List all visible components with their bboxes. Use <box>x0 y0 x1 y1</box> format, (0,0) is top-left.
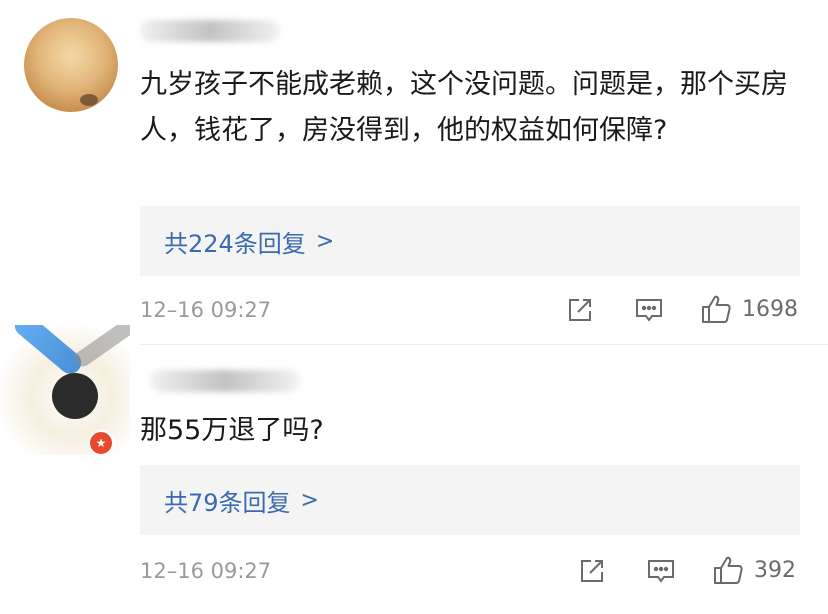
avatar-detail <box>80 94 98 106</box>
avatar-detail <box>52 373 98 419</box>
view-replies-button[interactable]: 共79条回复 > <box>140 465 800 535</box>
share-icon <box>569 299 591 321</box>
reply-button[interactable] <box>634 296 664 324</box>
chevron-right-icon: > <box>315 228 335 254</box>
avatar-detail <box>71 325 130 370</box>
comment-item: 九岁孩子不能成老赖，这个没问题。问题是，那个买房人，钱花了，房没得到，他的权益如… <box>0 0 828 345</box>
comment-timestamp: 12–16 09:27 <box>140 559 272 583</box>
like-button[interactable]: 1698 <box>700 293 798 325</box>
comment-item: ★ 那55万退了吗? 共79条回复 > 12–16 09:27 392 <box>0 325 828 614</box>
username-redacted[interactable] <box>150 370 300 392</box>
comment-icon <box>636 299 662 322</box>
like-count: 1698 <box>742 296 798 322</box>
comment-timestamp: 12–16 09:27 <box>140 298 272 322</box>
thumbs-up-icon <box>702 295 731 323</box>
view-replies-button[interactable]: 共224条回复 > <box>140 206 800 276</box>
reply-button[interactable] <box>646 557 676 585</box>
comment-text: 那55万退了吗? <box>140 415 324 446</box>
avatar[interactable] <box>24 18 118 112</box>
username-redacted[interactable] <box>140 20 280 42</box>
thumbs-up-icon <box>714 556 743 584</box>
comment-text: 九岁孩子不能成老赖，这个没问题。问题是，那个买房人，钱花了，房没得到，他的权益如… <box>140 69 788 146</box>
like-count: 392 <box>754 557 796 583</box>
chevron-right-icon: > <box>300 487 319 513</box>
verified-badge-icon: ★ <box>88 430 114 456</box>
comment-icon <box>648 560 674 583</box>
replies-count-label: 共79条回复 <box>164 488 291 517</box>
avatar-detail <box>10 325 86 379</box>
share-button[interactable] <box>578 557 606 585</box>
replies-count-label: 共224条回复 <box>164 229 306 258</box>
share-icon <box>581 560 603 582</box>
share-button[interactable] <box>566 296 594 324</box>
like-button[interactable]: 392 <box>712 554 796 586</box>
